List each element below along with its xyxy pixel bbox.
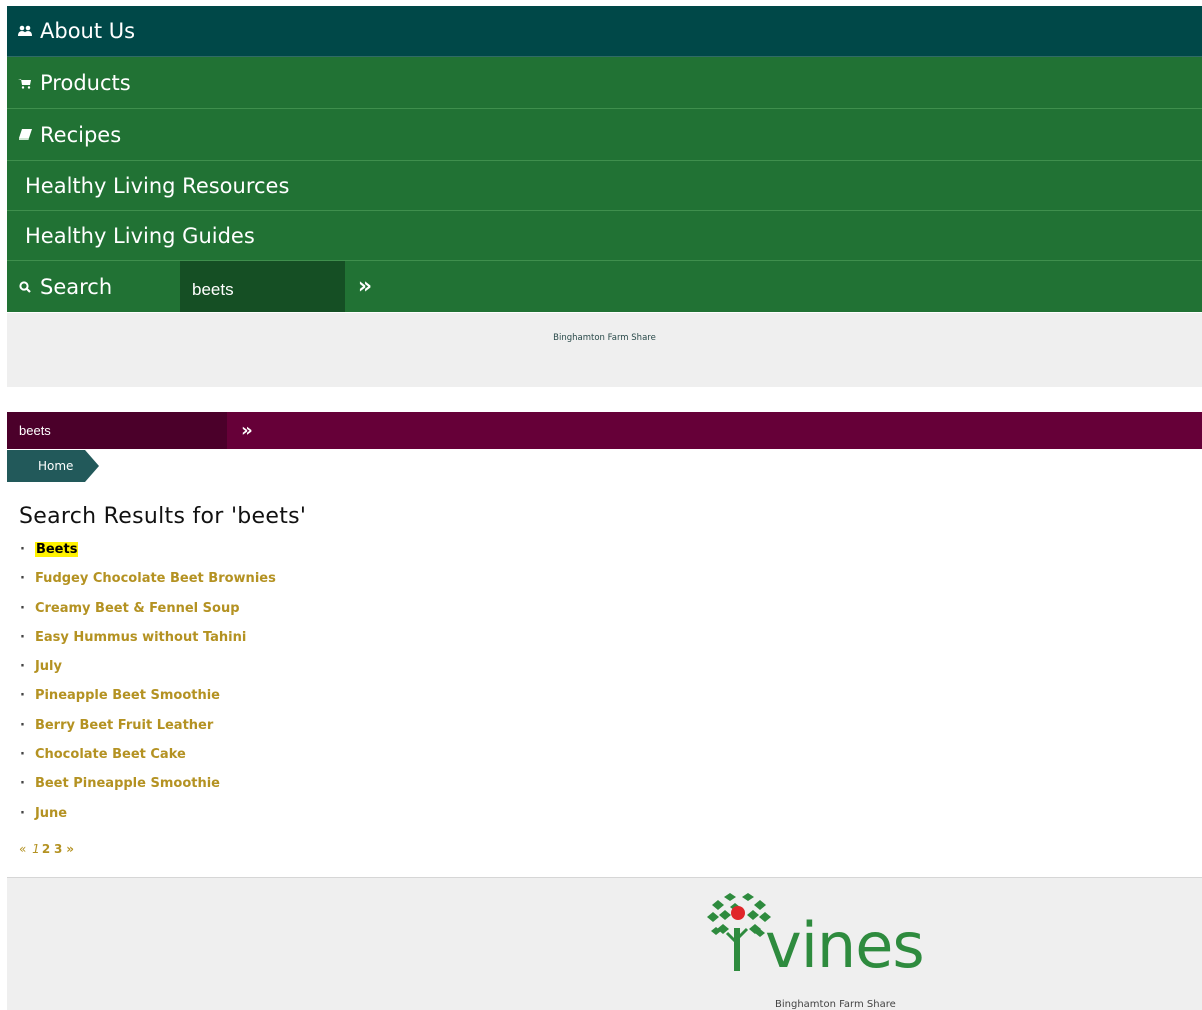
- result-link[interactable]: Pineapple Beet Smoothie: [35, 688, 220, 703]
- search-icon: [15, 280, 35, 293]
- nav-about-us-label: About Us: [40, 19, 136, 43]
- secondary-search-input[interactable]: [7, 412, 227, 449]
- logo-text: vines: [765, 909, 924, 973]
- list-item: · Easy Hummus without Tahini: [20, 630, 276, 659]
- nav-search-label: Search: [40, 274, 113, 299]
- bullet: ·: [20, 805, 25, 821]
- vines-logo[interactable]: vines: [697, 893, 1017, 973]
- nav-healthy-living-guides[interactable]: Healthy Living Guides: [7, 211, 1202, 261]
- bullet: ·: [20, 717, 25, 733]
- nav-search-row: Search »: [7, 261, 1202, 312]
- pagination-page-current: 1: [32, 842, 40, 856]
- pagination-page[interactable]: 3: [54, 842, 62, 856]
- bullet: ·: [20, 776, 25, 792]
- list-item: · July: [20, 659, 276, 688]
- breadcrumb: Home: [7, 450, 100, 482]
- result-link[interactable]: Beets: [34, 542, 79, 557]
- tree-icon: [707, 893, 771, 971]
- list-item: · Beets: [20, 542, 276, 571]
- nav-healthy-living-resources[interactable]: Healthy Living Resources: [7, 161, 1202, 211]
- cart-icon: [15, 77, 35, 89]
- bullet: ·: [20, 542, 25, 557]
- nav-search-input[interactable]: [180, 261, 345, 312]
- book-icon: [15, 129, 35, 140]
- nav-recipes[interactable]: Recipes: [7, 109, 1202, 161]
- nav-guides-label: Healthy Living Guides: [25, 223, 255, 248]
- result-link[interactable]: Berry Beet Fruit Leather: [35, 718, 213, 733]
- result-link[interactable]: June: [35, 806, 67, 821]
- header-brand-link[interactable]: Binghamton Farm Share: [7, 333, 1202, 343]
- breadcrumb-home-link[interactable]: Home: [7, 450, 100, 482]
- main-nav: About Us Products Recipes Healthy Living…: [7, 6, 1202, 312]
- nav-resources-label: Healthy Living Resources: [25, 173, 290, 198]
- header-band: Binghamton Farm Share: [7, 313, 1202, 387]
- pagination-page[interactable]: 2: [42, 842, 50, 856]
- nav-search-label-wrap: Search: [7, 261, 180, 312]
- bullet: ·: [20, 688, 25, 704]
- list-item: · Pineapple Beet Smoothie: [20, 688, 276, 717]
- result-link[interactable]: Creamy Beet & Fennel Soup: [35, 601, 240, 616]
- bullet: ·: [20, 659, 25, 675]
- list-item: · Creamy Beet & Fennel Soup: [20, 601, 276, 630]
- list-item: · Fudgey Chocolate Beet Brownies: [20, 571, 276, 600]
- bullet: ·: [20, 571, 25, 587]
- pagination-next[interactable]: »: [66, 842, 74, 856]
- pagination-prev[interactable]: «: [19, 842, 26, 856]
- list-item: · Berry Beet Fruit Leather: [20, 718, 276, 747]
- page-title: Search Results for 'beets': [19, 504, 307, 529]
- page: { "nav": { "about_label": "About Us", "p…: [0, 0, 1202, 1010]
- result-link[interactable]: July: [35, 659, 62, 674]
- bullet: ·: [20, 600, 25, 616]
- list-item: · Chocolate Beet Cake: [20, 747, 276, 776]
- nav-products-label: Products: [40, 70, 131, 95]
- bullet: ·: [20, 747, 25, 763]
- list-item: · Beet Pineapple Smoothie: [20, 776, 276, 805]
- footer: vines Binghamton Farm Share: [7, 877, 1202, 1010]
- bullet: ·: [20, 629, 25, 645]
- nav-products[interactable]: Products: [7, 57, 1202, 109]
- nav-recipes-label: Recipes: [40, 122, 122, 147]
- result-link[interactable]: Easy Hummus without Tahini: [35, 630, 246, 645]
- result-link[interactable]: Fudgey Chocolate Beet Brownies: [35, 571, 276, 586]
- users-icon: [15, 25, 35, 37]
- nav-about-us[interactable]: About Us: [7, 6, 1202, 57]
- secondary-search-bar: »: [7, 412, 1202, 449]
- result-link[interactable]: Chocolate Beet Cake: [35, 747, 186, 762]
- footer-brand: Binghamton Farm Share: [775, 999, 896, 1010]
- pagination: « 12 3 »: [19, 842, 74, 856]
- nav-search-submit-button[interactable]: »: [345, 261, 385, 312]
- search-results-list: · Beets · Fudgey Chocolate Beet Brownies ·…: [20, 542, 276, 835]
- list-item: · June: [20, 806, 276, 835]
- secondary-search-submit-button[interactable]: »: [227, 412, 267, 449]
- result-link[interactable]: Beet Pineapple Smoothie: [35, 776, 220, 791]
